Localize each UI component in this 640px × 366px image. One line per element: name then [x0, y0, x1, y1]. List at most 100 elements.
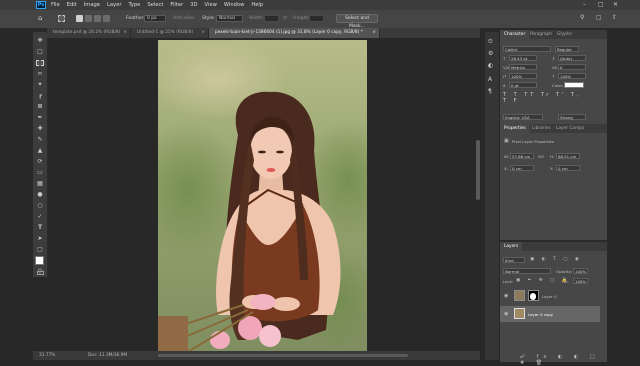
marquee-tool-preset-icon[interactable] [58, 15, 65, 22]
tab-layer-comps[interactable]: Layer Comps [552, 124, 588, 133]
opacity-field[interactable]: 100% [573, 268, 588, 274]
menu-filter[interactable]: Filter [170, 2, 183, 8]
type-tool-icon[interactable]: T [36, 225, 44, 231]
new-selection-icon[interactable] [76, 15, 83, 22]
rectangular-marquee-tool-icon[interactable] [36, 60, 44, 66]
subtract-selection-icon[interactable] [94, 15, 101, 22]
layer-width-field[interactable]: 57.68 cm [510, 153, 534, 159]
layer-filter-icons[interactable]: ▣ ◐ T ▢ ◉ [530, 257, 582, 262]
quick-selection-tool-icon[interactable]: ✦ [36, 82, 44, 88]
height-input[interactable] [309, 15, 324, 22]
lasso-tool-icon[interactable]: ∞ [36, 71, 44, 77]
eraser-tool-icon[interactable]: ▭ [36, 170, 44, 176]
tab-untitled-1[interactable]: Untitled-1 @ 25% (RGB/8) × [131, 28, 209, 38]
tab-layers[interactable]: Layers [500, 242, 523, 251]
history-panel-icon[interactable]: ⏲ [488, 38, 493, 46]
foreground-color-swatch[interactable] [35, 256, 44, 265]
link-dimensions-icon[interactable]: GO [538, 154, 544, 159]
workspace-icon[interactable]: ▢ [596, 14, 602, 21]
photoshop-logo-icon[interactable]: Ps [36, 1, 46, 9]
blend-mode-select[interactable]: Normal [503, 268, 551, 274]
font-size-field[interactable]: 26.43 pt [509, 55, 537, 61]
document-photo[interactable] [158, 40, 367, 352]
select-and-mask-button[interactable]: Select and Mask... [336, 14, 378, 29]
tracking-field[interactable]: 0 [558, 64, 586, 70]
antialias-checkbox[interactable]: Anti-alias [173, 16, 194, 21]
feather-input[interactable]: 0 px [144, 15, 166, 22]
menu-select[interactable]: Select [147, 2, 163, 8]
menu-help[interactable]: Help [251, 2, 263, 8]
leading-field[interactable]: (Auto) [558, 55, 586, 61]
baseline-shift-field[interactable]: 0 pt [509, 82, 537, 88]
menu-layer[interactable]: Layer [107, 2, 121, 8]
horizontal-scale-field[interactable]: 100% [558, 73, 586, 79]
vertical-scrollbar[interactable] [476, 140, 480, 200]
visibility-eye-icon[interactable]: ◉ [504, 293, 508, 299]
tab-paragraph[interactable]: Paragraph [526, 30, 556, 39]
tab-close-icon[interactable]: × [201, 28, 205, 38]
pen-tool-icon[interactable]: ✓ [36, 214, 44, 220]
layer-y-field[interactable]: 0 cm [556, 165, 580, 171]
menu-view[interactable]: View [205, 2, 217, 8]
tab-libraries[interactable]: Libraries [528, 124, 555, 133]
menu-image[interactable]: Image [84, 2, 100, 8]
layer-row[interactable]: ◉ Layer 0 [500, 288, 600, 304]
language-select[interactable]: English: USA [503, 114, 543, 120]
eyedropper-tool-icon[interactable]: ✒ [36, 115, 44, 121]
history-brush-tool-icon[interactable]: ⟳ [36, 159, 44, 165]
intersect-selection-icon[interactable] [103, 15, 110, 22]
menu-edit[interactable]: Edit [67, 2, 77, 8]
swap-icon[interactable]: ⇄ [283, 16, 287, 21]
tab-character[interactable]: Character [500, 30, 530, 39]
fill-field[interactable]: 100% [573, 278, 588, 284]
brush-settings-icon[interactable]: ⚙ [488, 50, 493, 57]
layer-row-selected[interactable]: ◉ Layer 0 copy [500, 306, 600, 322]
vertical-scale-field[interactable]: 100% [509, 73, 537, 79]
tab-glyphs[interactable]: Glyphs [553, 30, 576, 39]
tab-active-photo[interactable]: pexels-tuan-kiet-jr-1386604 (1).jpg @ 31… [209, 28, 380, 38]
maximize-icon[interactable]: □ [598, 1, 604, 8]
path-selection-tool-icon[interactable]: ➤ [36, 236, 44, 242]
menu-window[interactable]: Window [224, 2, 244, 8]
paragraph-panel-icon[interactable]: ¶ [488, 88, 492, 95]
text-antialias-select[interactable]: Strong [558, 114, 586, 120]
brush-tool-icon[interactable]: ✎ [36, 137, 44, 143]
crop-tool-icon[interactable]: ┏ [36, 93, 44, 99]
home-icon[interactable]: ⌂ [38, 14, 45, 22]
search-icon[interactable]: ⚲ [580, 14, 584, 21]
layers-footer-icons[interactable]: ☍ fx ◐ ◐ □ ✚ 🗑 [520, 354, 607, 366]
dodge-tool-icon[interactable]: ○ [36, 203, 44, 209]
move-tool-icon[interactable]: ✥ [36, 38, 44, 44]
gradient-tool-icon[interactable]: ▦ [36, 181, 44, 187]
layer-x-field[interactable]: 0 cm [510, 165, 534, 171]
text-color-swatch[interactable] [564, 82, 584, 88]
horizontal-scrollbar[interactable] [158, 354, 408, 357]
filter-kind-select[interactable]: Kind [503, 257, 525, 263]
tab-template[interactable]: template.psd @ 26.2% (RGB/8) × [47, 28, 131, 38]
zoom-level[interactable]: 31.77% [39, 353, 55, 358]
blur-tool-icon[interactable]: ● [36, 192, 44, 198]
menu-type[interactable]: Type [128, 2, 140, 8]
rectangle-tool-icon[interactable]: ▢ [36, 247, 44, 253]
tab-close-icon[interactable]: × [372, 28, 376, 38]
healing-brush-tool-icon[interactable]: ✚ [36, 126, 44, 132]
character-panel-icon[interactable]: A [488, 76, 492, 83]
add-selection-icon[interactable] [85, 15, 92, 22]
frame-tool-icon[interactable]: ⊠ [36, 104, 44, 110]
tab-close-icon[interactable]: × [123, 28, 127, 38]
font-style-select[interactable]: Regular [555, 46, 579, 52]
visibility-eye-icon[interactable]: ◉ [504, 311, 508, 317]
layer-name[interactable]: Layer 0 [542, 294, 557, 299]
style-select[interactable]: Normal [216, 15, 243, 22]
artboard-tool-icon[interactable]: □ [36, 49, 44, 55]
layer-height-field[interactable]: 86.51 cm [556, 153, 580, 159]
share-icon[interactable]: ⇧ [612, 14, 617, 21]
quick-mask-icon[interactable] [37, 271, 44, 275]
font-family-select[interactable]: Calibri [503, 46, 551, 52]
minimize-icon[interactable]: – [583, 1, 586, 8]
close-window-icon[interactable]: ✕ [613, 1, 618, 8]
menu-file[interactable]: File [51, 2, 60, 8]
adjustments-icon[interactable]: ◐ [488, 62, 493, 69]
width-input[interactable] [264, 15, 279, 22]
text-style-buttons[interactable]: T T TT Tr T' T, T F [503, 92, 583, 112]
